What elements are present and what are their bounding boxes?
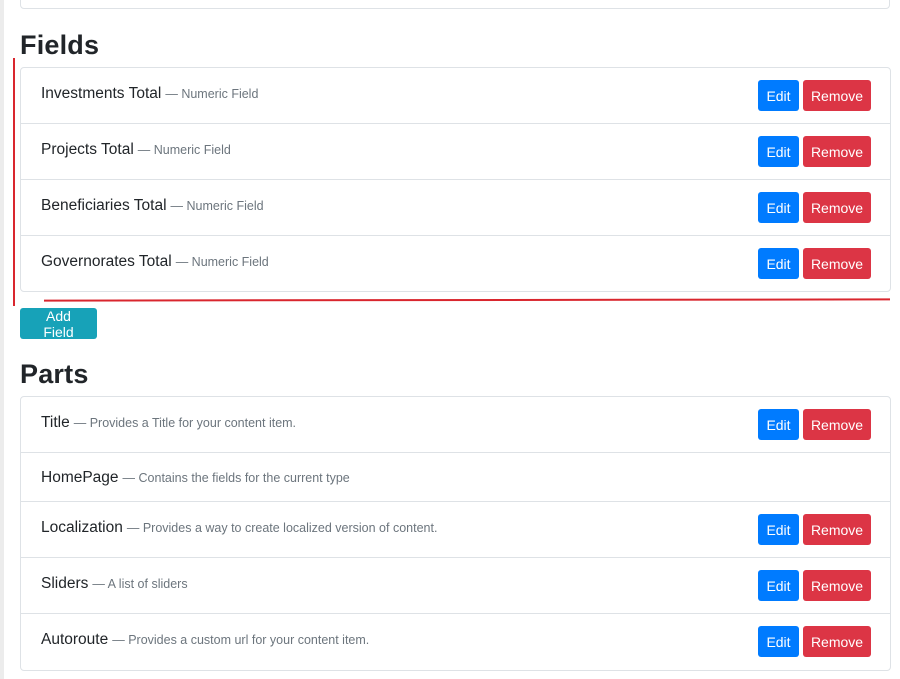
part-row: Localization — Provides a way to create … xyxy=(21,502,890,558)
part-name: Sliders xyxy=(41,574,89,592)
remove-button[interactable]: Remove xyxy=(803,80,871,111)
parts-list: Title — Provides a Title for your conten… xyxy=(20,396,891,671)
part-description: — Provides a Title for your content item… xyxy=(73,415,297,430)
annotation-horizontal-line xyxy=(43,298,891,302)
remove-button[interactable]: Remove xyxy=(803,248,871,279)
remove-button[interactable]: Remove xyxy=(803,626,871,657)
field-row: Beneficiaries Total — Numeric Field Edit… xyxy=(21,180,890,236)
edit-button[interactable]: Edit xyxy=(758,248,799,279)
remove-button[interactable]: Remove xyxy=(803,514,871,545)
part-row: HomePage — Contains the fields for the c… xyxy=(21,453,890,502)
field-type: — Numeric Field xyxy=(165,86,259,101)
part-description: — Contains the fields for the current ty… xyxy=(122,471,350,485)
part-row: Sliders — A list of sliders Edit Remove xyxy=(21,558,890,614)
part-description: — Provides a custom url for your content… xyxy=(112,633,370,647)
remove-button[interactable]: Remove xyxy=(803,570,871,601)
field-name: Governorates Total xyxy=(41,252,172,270)
edit-button[interactable]: Edit xyxy=(758,514,799,545)
field-name: Projects Total xyxy=(41,140,134,158)
edit-button[interactable]: Edit xyxy=(758,136,799,167)
part-row: Autoroute — Provides a custom url for yo… xyxy=(21,614,890,670)
field-row: Investments Total — Numeric Field Edit R… xyxy=(21,68,890,124)
field-name: Beneficiaries Total xyxy=(41,196,167,214)
parts-heading: Parts xyxy=(20,359,89,389)
edit-button[interactable]: Edit xyxy=(758,409,799,440)
annotation-vertical-line xyxy=(13,58,15,306)
remove-button[interactable]: Remove xyxy=(803,409,871,440)
edit-button[interactable]: Edit xyxy=(758,80,799,111)
edit-button[interactable]: Edit xyxy=(758,192,799,223)
part-name: Autoroute xyxy=(41,631,109,648)
previous-card-bottom xyxy=(20,0,890,9)
remove-button[interactable]: Remove xyxy=(803,192,871,223)
field-row: Governorates Total — Numeric Field Edit … xyxy=(21,236,890,291)
field-name: Investments Total xyxy=(41,84,162,102)
part-description: — A list of sliders xyxy=(92,576,188,591)
fields-heading: Fields xyxy=(20,30,100,60)
part-name: Title xyxy=(41,413,70,431)
part-name: Localization xyxy=(41,518,123,536)
field-type: — Numeric Field xyxy=(170,198,264,213)
left-gutter xyxy=(0,0,4,679)
part-description: — Provides a way to create localized ver… xyxy=(126,520,438,535)
add-field-button[interactable]: Add Field xyxy=(20,308,97,340)
edit-button[interactable]: Edit xyxy=(758,570,799,601)
edit-button[interactable]: Edit xyxy=(758,626,799,657)
part-row: Title — Provides a Title for your conten… xyxy=(21,397,890,453)
field-row: Projects Total — Numeric Field Edit Remo… xyxy=(21,124,890,180)
field-type: — Numeric Field xyxy=(175,254,269,269)
fields-list: Investments Total — Numeric Field Edit R… xyxy=(20,67,891,292)
remove-button[interactable]: Remove xyxy=(803,136,871,167)
part-name: HomePage xyxy=(41,469,119,486)
field-type: — Numeric Field xyxy=(137,142,231,157)
